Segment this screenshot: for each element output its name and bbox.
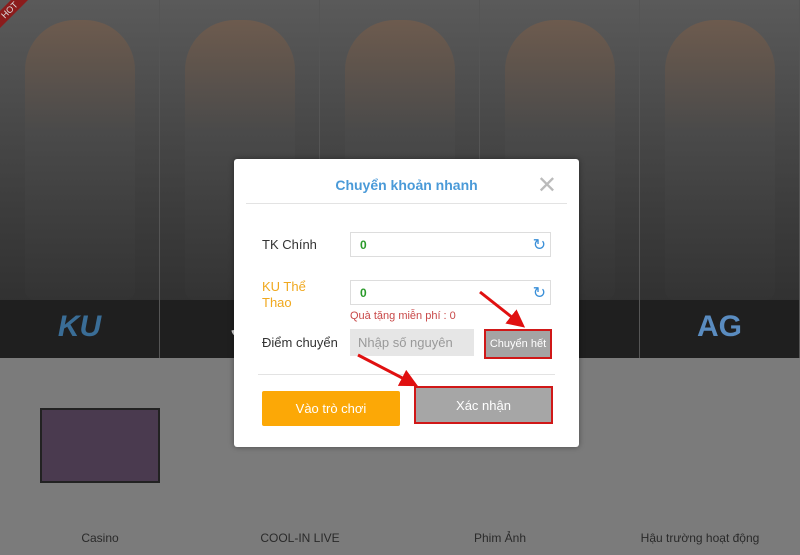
provider-panel-ku[interactable]: KU HOT [0, 0, 160, 358]
category-label: Hậu trường hoạt động [640, 531, 760, 545]
refresh-icon[interactable]: ↻ [533, 283, 546, 303]
main-account-value: 0 [360, 238, 367, 252]
sport-account-value: 0 [360, 286, 367, 300]
category-label: Casino [81, 531, 119, 545]
divider [246, 203, 567, 204]
category-label: Phim Ảnh [473, 531, 527, 545]
dialog-title: Chuyển khoản nhanh [335, 177, 478, 193]
refresh-icon[interactable]: ↻ [533, 235, 546, 255]
transfer-all-button[interactable]: Chuyển hết [484, 329, 552, 359]
confirm-button[interactable]: Xác nhận [414, 386, 553, 424]
provider-logo: KU [57, 310, 102, 343]
divider [258, 374, 555, 375]
close-icon[interactable]: ✕ [537, 171, 557, 200]
enter-game-button[interactable]: Vào trò chơi [262, 391, 400, 426]
provider-logo: AG [697, 310, 742, 343]
player-image [664, 20, 775, 300]
hot-badge: HOT [0, 0, 34, 34]
category-events[interactable]: Hậu trường hoạt động [600, 358, 800, 555]
provider-panel-ag[interactable]: AG [640, 0, 800, 358]
category-label: COOL-IN LIVE [260, 531, 340, 545]
main-account-label: TK Chính [262, 237, 317, 252]
casino-thumbnail [40, 408, 160, 483]
points-label: Điểm chuyển [262, 335, 338, 350]
category-casino[interactable]: Casino [0, 358, 200, 555]
sport-account-label: KU Thể Thao [262, 279, 306, 310]
main-account-balance: 0 ↻ [350, 232, 551, 257]
points-input[interactable] [350, 329, 474, 356]
player-image [24, 20, 135, 300]
quick-transfer-dialog: Chuyển khoản nhanh ✕ TK Chính 0 ↻ KU Thể… [234, 159, 579, 447]
sport-account-balance: 0 ↻ [350, 280, 551, 305]
free-gift-text: Quà tặng miễn phí : 0 [350, 310, 456, 322]
